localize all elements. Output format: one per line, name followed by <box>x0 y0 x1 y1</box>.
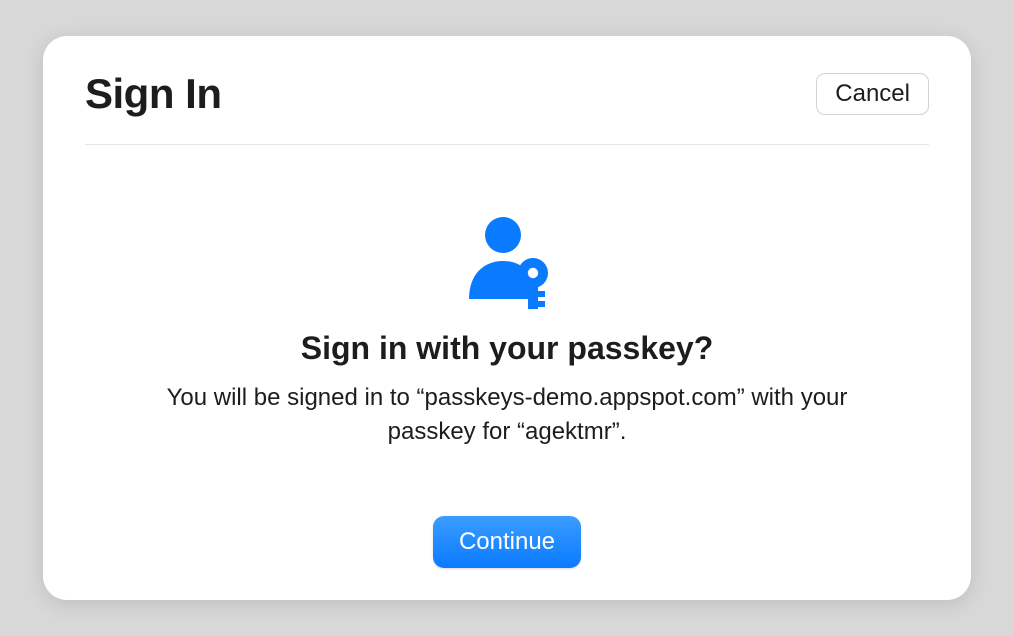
prompt-title: Sign in with your passkey? <box>301 330 714 367</box>
prompt-description: You will be signed in to “passkeys-demo.… <box>127 381 887 448</box>
user-passkey-icon <box>453 205 561 318</box>
sign-in-dialog: Sign In Cancel Sign in with your passkey… <box>43 36 971 600</box>
dialog-header: Sign In Cancel <box>85 70 929 145</box>
dialog-title: Sign In <box>85 70 222 118</box>
cancel-button[interactable]: Cancel <box>816 73 929 115</box>
continue-button[interactable]: Continue <box>433 516 581 568</box>
dialog-body: Sign in with your passkey? You will be s… <box>85 145 929 570</box>
